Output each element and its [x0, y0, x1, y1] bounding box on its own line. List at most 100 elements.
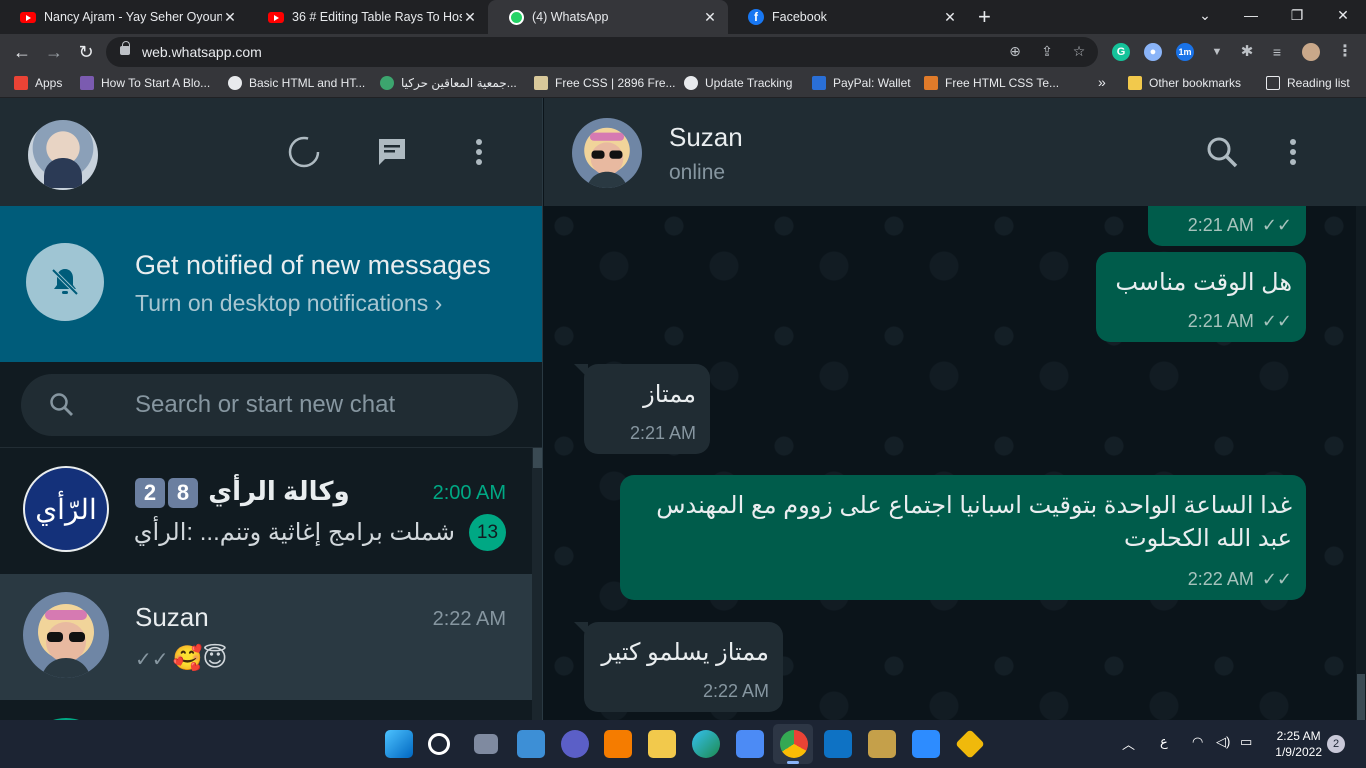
chat-list-scrollbar[interactable] [532, 448, 542, 720]
xampp-icon[interactable] [604, 730, 632, 758]
chat-list-item[interactable] [0, 700, 532, 720]
message-time: 2:21 AM [629, 423, 696, 443]
window-close-icon[interactable]: ✕ [1320, 0, 1366, 30]
scrollbar-thumb[interactable] [1357, 674, 1365, 720]
status-icon[interactable] [287, 135, 321, 169]
chat-time: 2:00 AM [432, 482, 506, 504]
lock-icon [120, 41, 130, 55]
tab-youtube-editing[interactable]: 36 # Editing Table Rays To Hospit ✕ [248, 0, 488, 34]
number-emoji: 8 [168, 478, 198, 509]
message-meta: 2:21 AM [630, 423, 696, 444]
minimize-icon[interactable]: — [1228, 0, 1274, 30]
message-outgoing[interactable]: 2:21 AM ✓✓ [1148, 206, 1306, 246]
system-clock[interactable]: 2:25 AM 1/9/2022 [1275, 728, 1322, 760]
vue-extension-icon[interactable]: ▼ [1208, 43, 1226, 61]
reload-icon[interactable]: ↻ [72, 38, 100, 66]
zoom-icon[interactable] [912, 730, 940, 758]
more-bookmarks-button[interactable]: » [1098, 74, 1106, 90]
restore-icon[interactable]: ❐ [1274, 0, 1320, 30]
turn-on-notifications-link[interactable]: Turn on desktop notifications › [135, 290, 442, 317]
contact-avatar[interactable] [572, 118, 642, 188]
chevron-up-icon[interactable]: ︿ [1122, 734, 1135, 753]
start-menu-icon[interactable] [385, 730, 413, 758]
other-bookmarks-folder[interactable]: Other bookmarks [1128, 76, 1241, 90]
back-icon[interactable]: ← [8, 38, 36, 66]
vscode-icon[interactable] [824, 730, 852, 758]
profile-avatar[interactable] [1302, 43, 1320, 61]
extension-icon[interactable]: ● [1144, 43, 1162, 61]
conversation-menu-icon[interactable] [1276, 135, 1310, 169]
chat-list-panel: Get notified of new messages Turn on des… [0, 98, 543, 720]
message-outgoing[interactable]: غدا الساعة الواحدة بتوقيت اسبانيا اجتماع… [620, 475, 1306, 600]
share-icon[interactable]: ⇪ [1038, 43, 1056, 61]
zoom-icon[interactable]: ⊕ [1006, 43, 1024, 61]
bookmark-item[interactable]: Basic HTML and HT... [228, 76, 365, 90]
new-tab-button[interactable]: + [978, 6, 991, 28]
bookmark-item[interactable]: Free HTML CSS Te... [924, 76, 1059, 90]
message-incoming[interactable]: ممتاز يسلمو كتير 2:22 AM [574, 622, 783, 712]
search-box[interactable] [21, 374, 518, 436]
app-folder-icon[interactable] [868, 730, 896, 758]
grammarly-icon[interactable]: G [1112, 43, 1130, 61]
bookmark-item[interactable]: PayPal: Wallet [812, 76, 911, 90]
message-list[interactable]: 2:21 AM ✓✓ هل الوقت مناسب 2:21 AM ✓✓ ممتاز… [544, 206, 1366, 720]
bookmark-item[interactable]: How To Start A Blo... [80, 76, 210, 90]
chrome-icon[interactable] [780, 730, 808, 758]
file-explorer-icon[interactable] [648, 730, 676, 758]
scrollbar-thumb[interactable] [533, 448, 542, 468]
notification-center-badge[interactable]: 2 [1327, 735, 1345, 753]
bookmark-item[interactable]: Update Tracking [684, 76, 792, 90]
bookmark-item[interactable]: Free CSS | 2896 Fre... [534, 76, 676, 90]
chat-list-item-selected[interactable]: Suzan 2:22 AM ✓✓ 🥰😇 [0, 574, 532, 700]
message-scrollbar[interactable] [1356, 206, 1366, 720]
message-outgoing[interactable]: هل الوقت مناسب 2:21 AM ✓✓ [1096, 252, 1306, 342]
browser-menu-icon[interactable]: ⋮ [1336, 43, 1354, 61]
puzzle-icon[interactable]: ✱ [1238, 43, 1256, 61]
bubble-tail [574, 622, 588, 636]
chat-preview: شملت برامج إغاثية وتنم... :الرأي [133, 519, 455, 546]
volume-icon[interactable]: ◁) [1216, 734, 1230, 750]
wifi-icon[interactable]: ◠ [1192, 734, 1203, 750]
extension-badge-icon[interactable]: 1m [1176, 43, 1194, 61]
widgets-icon[interactable] [517, 730, 545, 758]
reading-list-button[interactable]: Reading list [1266, 76, 1350, 90]
tab-youtube-nancy[interactable]: Nancy Ajram - Yay Seher Oyounc ✕ [0, 0, 248, 34]
menu-icon[interactable] [462, 135, 496, 169]
close-icon[interactable]: ✕ [462, 9, 478, 26]
windows-taskbar: ︿ ع ◠ ◁) ▭ 2:25 AM 1/9/2022 2 [0, 720, 1366, 768]
bookmark-item[interactable]: جمعية المعاقين حركيا... [380, 76, 517, 90]
message-text: غدا الساعة الواحدة بتوقيت اسبانيا اجتماع… [656, 492, 1292, 552]
browser-toolbar: ← → ↻ web.whatsapp.com ⊕ ⇪ ☆ G ● 1m ▼ ✱ … [0, 34, 1366, 70]
input-language[interactable]: ع [1160, 734, 1168, 750]
new-chat-icon[interactable] [375, 135, 409, 169]
address-bar[interactable]: web.whatsapp.com ⊕ ⇪ ☆ [106, 37, 1098, 67]
close-icon[interactable]: ✕ [942, 9, 958, 26]
bookmark-star-icon[interactable]: ☆ [1070, 43, 1088, 61]
conversation-header[interactable]: Suzan online [544, 98, 1366, 206]
tab-search-icon[interactable]: ⌄ [1182, 0, 1228, 30]
desktop-notification-banner[interactable]: Get notified of new messages Turn on des… [0, 206, 542, 362]
my-profile-avatar[interactable] [28, 120, 98, 190]
close-icon[interactable]: ✕ [222, 9, 238, 26]
search-messages-icon[interactable] [1205, 135, 1239, 169]
tab-facebook[interactable]: f Facebook ✕ [728, 0, 968, 34]
battery-icon[interactable]: ▭ [1240, 734, 1252, 750]
task-view-icon[interactable] [474, 734, 498, 754]
search-taskbar-icon[interactable] [428, 733, 450, 755]
message-incoming[interactable]: ممتاز 2:21 AM [574, 364, 710, 454]
close-icon[interactable]: ✕ [702, 9, 718, 26]
double-check-icon: ✓✓ [135, 649, 169, 671]
bookmark-apps[interactable]: Apps [14, 76, 62, 90]
conversation-panel: Suzan online 2:21 AM ✓✓ هل الوقت مناسب 2:… [544, 98, 1366, 720]
microsoft-store-icon[interactable] [736, 730, 764, 758]
browser-tab-strip: Nancy Ajram - Yay Seher Oyounc ✕ 36 # Ed… [0, 0, 1366, 34]
forward-icon[interactable]: → [40, 38, 68, 66]
chat-list-item[interactable]: الرّأي 28 وكالة الرأي 2:00 AM شملت برامج… [0, 448, 532, 574]
search-input[interactable] [135, 386, 495, 424]
binance-icon[interactable] [955, 729, 985, 759]
tab-whatsapp[interactable]: (4) WhatsApp ✕ [488, 0, 728, 34]
double-check-icon: ✓✓ [1261, 215, 1292, 235]
edge-icon[interactable] [692, 730, 720, 758]
media-control-icon[interactable]: ≡ [1268, 43, 1286, 61]
teams-chat-icon[interactable] [561, 730, 589, 758]
